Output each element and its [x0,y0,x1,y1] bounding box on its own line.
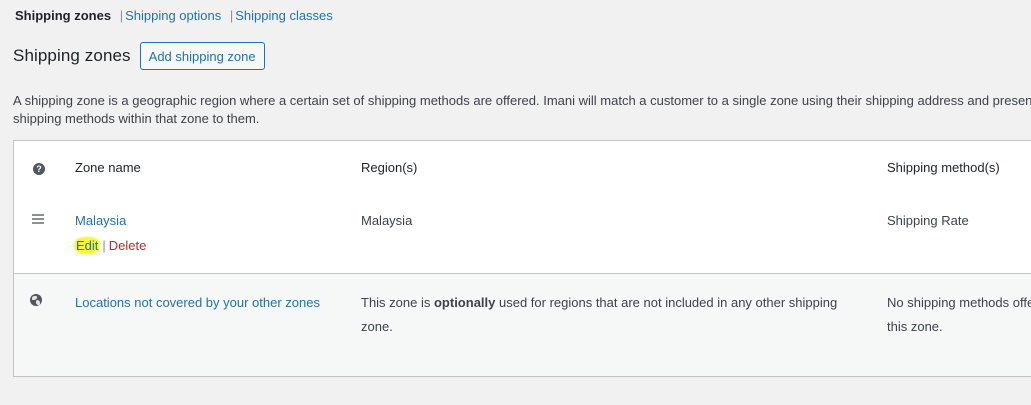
drag-handle-icon[interactable] [32,214,44,224]
rest-of-world-row: Locations not covered by your other zone… [14,274,1031,376]
rest-of-world-shipping-methods: No shipping methods offered to this zone… [887,295,1031,334]
column-header-regions: Region(s) [361,160,418,175]
rest-of-world-zone-link[interactable]: Locations not covered by your other zone… [75,291,325,315]
subnav-separator: | [229,8,234,23]
delete-zone-link[interactable]: Delete [109,238,147,253]
subnav-shipping-classes-link[interactable]: Shipping classes [235,8,333,23]
column-header-shipping-methods: Shipping method(s) [887,160,1000,175]
add-shipping-zone-button[interactable]: Add shipping zone [139,42,265,70]
page-description: A shipping zone is a geographic region w… [13,93,1031,126]
edit-zone-link[interactable]: Edit [75,238,100,253]
zone-regions: Malaysia [361,213,413,228]
page-title: Shipping zones [13,46,131,65]
table-header-row: ? Zone name Region(s) Shipping method(s) [14,141,1031,195]
globe-icon [30,294,42,306]
row-actions: Edit | Delete [75,238,146,253]
shipping-subnav: Shipping zones | Shipping options | Shippi… [13,8,333,23]
page-header: Shipping zones Add shipping zone [13,42,265,70]
region-text-prefix: This zone is [361,295,434,310]
shipping-zones-table: ? Zone name Region(s) Shipping method(s)… [13,140,1031,377]
subnav-separator: | [119,8,124,23]
row-actions-separator: | [102,238,106,253]
help-icon[interactable]: ? [33,163,45,175]
zone-name-link[interactable]: Malaysia [75,213,126,228]
subnav-shipping-zones-current: Shipping zones [15,8,112,23]
rest-of-world-regions: This zone is optionally used for regions… [361,291,841,339]
table-row: Malaysia Malaysia Shipping Rate Edit | Del… [14,194,1031,274]
column-header-zone-name: Zone name [75,160,141,175]
region-text-emphasis: optionally [433,295,496,310]
subnav-shipping-options-link[interactable]: Shipping options [125,8,221,23]
zone-shipping-methods: Shipping Rate [887,213,969,228]
